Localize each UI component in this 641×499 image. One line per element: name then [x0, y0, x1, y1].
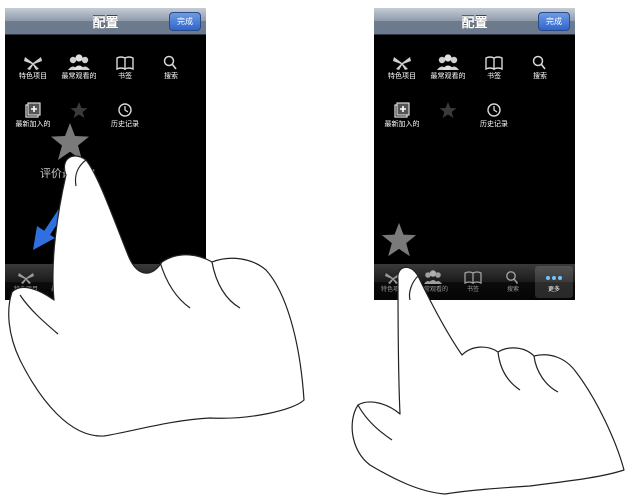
hand-illustration-right: [351, 266, 625, 495]
